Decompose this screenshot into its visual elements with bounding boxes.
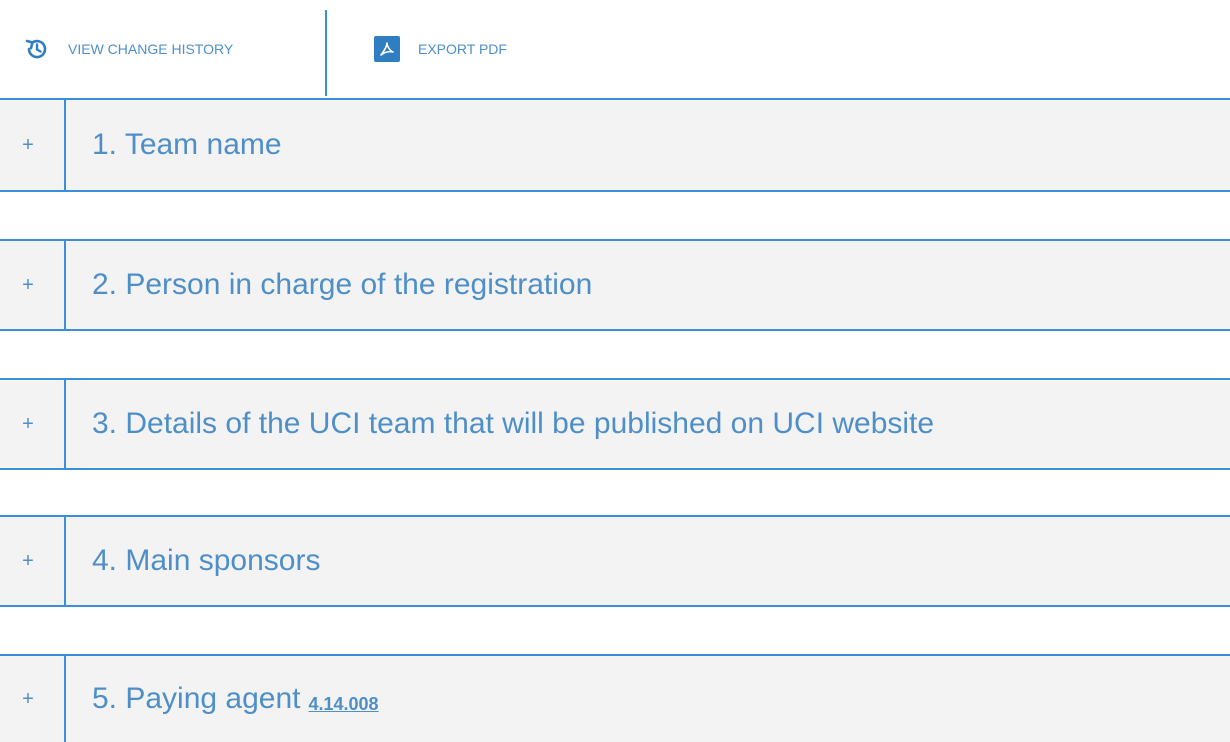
export-pdf-button[interactable]: EXPORT PDF: [326, 0, 507, 98]
export-pdf-label: EXPORT PDF: [418, 41, 507, 57]
regulation-ref-link[interactable]: 4.14.008: [309, 694, 379, 715]
expand-toggle[interactable]: +: [0, 656, 66, 742]
toolbar: VIEW CHANGE HISTORY EXPORT PDF: [0, 0, 1230, 98]
expand-toggle[interactable]: +: [0, 100, 66, 190]
section-team-name[interactable]: + 1. Team name: [0, 100, 1230, 192]
section-title: 5. Paying agent: [92, 682, 301, 715]
expand-toggle[interactable]: +: [0, 241, 66, 329]
section-title: 2. Person in charge of the registration: [92, 268, 593, 301]
history-icon: [24, 36, 50, 62]
section-title-wrap: 5. Paying agent 4.14.008: [66, 656, 379, 742]
section-title: 4. Main sponsors: [92, 544, 321, 577]
section-main-sponsors[interactable]: + 4. Main sponsors: [0, 515, 1230, 607]
view-change-history-button[interactable]: VIEW CHANGE HISTORY: [0, 0, 326, 98]
section-paying-agent[interactable]: + 5. Paying agent 4.14.008: [0, 654, 1230, 742]
section-uci-team-details[interactable]: + 3. Details of the UCI team that will b…: [0, 378, 1230, 470]
section-title: 3. Details of the UCI team that will be …: [92, 407, 935, 440]
page: VIEW CHANGE HISTORY EXPORT PDF + 1. Team…: [0, 0, 1230, 742]
expand-toggle[interactable]: +: [0, 517, 66, 605]
pdf-icon: [374, 36, 400, 62]
view-change-history-label: VIEW CHANGE HISTORY: [68, 41, 234, 57]
section-title: 1. Team name: [92, 128, 282, 161]
toolbar-divider: [325, 10, 327, 96]
section-person-in-charge[interactable]: + 2. Person in charge of the registratio…: [0, 239, 1230, 331]
expand-toggle[interactable]: +: [0, 380, 66, 468]
